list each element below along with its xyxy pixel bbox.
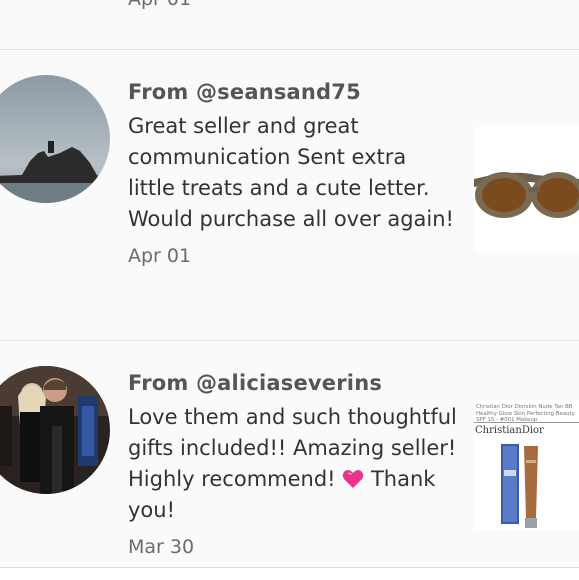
- review-author[interactable]: From @aliciaseverins: [128, 368, 458, 398]
- review-date: Mar 30: [128, 536, 195, 558]
- divider: [0, 340, 579, 341]
- review-text: Great seller and great communication Sen…: [128, 114, 454, 231]
- pink-heart-icon: [343, 470, 364, 488]
- product-thumbnail[interactable]: [474, 127, 579, 252]
- review-author[interactable]: From @seansand75: [128, 77, 458, 107]
- previous-review-date: Apr 01: [128, 0, 191, 10]
- user-avatar[interactable]: [0, 75, 110, 203]
- divider: [0, 49, 579, 50]
- review-text: Love them and such thoughtful gifts incl…: [128, 402, 458, 526]
- review-date: Apr 01: [128, 245, 192, 267]
- user-avatar-photo: [0, 75, 110, 203]
- user-avatar[interactable]: [0, 366, 110, 494]
- sunglasses-product-photo: [474, 127, 579, 252]
- bottom-navigation-bar[interactable]: [0, 567, 579, 580]
- product-thumbnail[interactable]: Christian Dior Diorskin Nude Tan BB Heal…: [474, 400, 579, 530]
- user-avatar-photo: [0, 366, 110, 494]
- dior-foundation-product-photo: [501, 444, 538, 528]
